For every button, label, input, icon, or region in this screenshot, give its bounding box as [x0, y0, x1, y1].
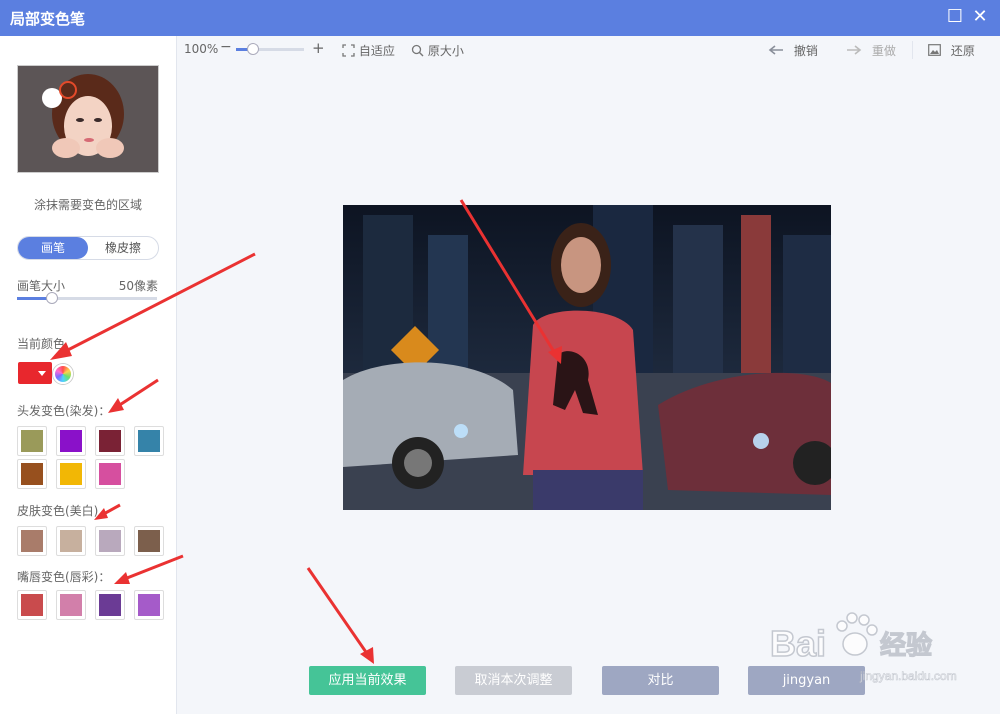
current-color-dropdown[interactable] [18, 362, 52, 384]
color-swatch-fill [60, 594, 82, 616]
compare-button[interactable]: 对比 [602, 666, 719, 695]
magnifier-icon [411, 44, 424, 57]
zoom-in-button[interactable]: + [312, 39, 325, 57]
lip-color-label: 嘴唇变色(唇彩)： [17, 570, 111, 584]
brush-size-slider-handle[interactable] [46, 292, 58, 304]
color-swatch-fill [138, 530, 160, 552]
cancel-adjustment-button[interactable]: 取消本次调整 [455, 666, 572, 695]
close-button[interactable]: ✕ [969, 6, 991, 28]
redo-arrow-icon [847, 45, 862, 55]
color-wheel-icon[interactable] [53, 364, 73, 384]
watermark-url: jingyan.baidu.com [859, 669, 957, 683]
eraser-tool-button[interactable]: 橡皮擦 [88, 237, 158, 259]
color-swatch-fill [21, 463, 43, 485]
editing-canvas[interactable] [343, 205, 831, 510]
maximize-button[interactable]: ☐ [944, 6, 966, 28]
apply-effect-button[interactable]: 应用当前效果 [309, 666, 426, 695]
brush-size-value: 50像素 [118, 279, 158, 293]
original-size-button[interactable]: 原大小 [411, 42, 464, 59]
color-swatch[interactable] [95, 590, 125, 620]
thumbnail-preview [17, 65, 159, 173]
redo-label: 重做 [871, 44, 896, 58]
color-swatch-fill [99, 530, 121, 552]
color-swatch[interactable] [56, 590, 86, 620]
watermark-brand-cn: 经验 [880, 630, 932, 661]
color-swatch[interactable] [17, 459, 47, 489]
color-swatch-fill [99, 463, 121, 485]
zoom-slider-handle[interactable] [247, 43, 259, 55]
zoom-percent: 100% [184, 42, 219, 56]
color-swatch-fill [21, 430, 43, 452]
redo-button[interactable]: 重做 [846, 42, 896, 59]
image-icon [928, 44, 941, 56]
color-swatch[interactable] [95, 426, 125, 456]
sidebar: 涂抹需要变色的区域 画笔 橡皮擦 画笔大小 50像素 当前颜色 头发变色(染发)… [0, 36, 177, 714]
zoom-out-button[interactable]: − [220, 39, 232, 55]
restore-button[interactable]: 还原 [928, 42, 975, 59]
color-swatch[interactable] [56, 426, 86, 456]
color-swatch[interactable] [56, 526, 86, 556]
color-swatch-fill [138, 594, 160, 616]
color-swatch-fill [60, 463, 82, 485]
fit-icon [342, 44, 355, 57]
undo-arrow-icon [768, 45, 783, 55]
toolbar-divider [912, 41, 913, 59]
original-size-label: 原大小 [427, 44, 464, 58]
color-swatch[interactable] [56, 459, 86, 489]
color-swatch[interactable] [95, 459, 125, 489]
color-swatch[interactable] [134, 590, 164, 620]
color-swatch[interactable] [17, 526, 47, 556]
brush-size-slider[interactable] [17, 292, 157, 304]
dropdown-caret-icon [38, 371, 46, 376]
tool-toggle: 画笔 橡皮擦 [17, 236, 159, 260]
undo-button[interactable]: 撤销 [768, 42, 818, 59]
color-swatch-fill [21, 594, 43, 616]
color-swatch-fill [21, 530, 43, 552]
window-title: 局部变色笔 [10, 10, 86, 28]
color-swatch-fill [60, 530, 82, 552]
brush-tool-button[interactable]: 画笔 [18, 237, 88, 259]
toolbar: 100% − + 自适应 原大小 撤销 重做 还原 [176, 36, 1000, 64]
color-swatch-fill [138, 430, 160, 452]
color-swatch-fill [99, 430, 121, 452]
instruction-text: 涂抹需要变色的区域 [33, 198, 142, 212]
color-swatch-fill [60, 430, 82, 452]
hair-color-label: 头发变色(染发)： [17, 404, 111, 418]
color-swatch[interactable] [17, 590, 47, 620]
fit-label: 自适应 [358, 44, 395, 58]
color-swatch[interactable] [17, 426, 47, 456]
skin-color-label: 皮肤变色(美白) [17, 504, 99, 518]
brush-size-label: 画笔大小 [17, 279, 66, 293]
restore-label: 还原 [950, 44, 975, 58]
baidu-watermark: Bai 经验 jingyan.baidu.com [760, 606, 1000, 686]
undo-label: 撤销 [793, 44, 818, 58]
color-swatch-fill [99, 594, 121, 616]
color-swatch[interactable] [134, 526, 164, 556]
color-swatch[interactable] [95, 526, 125, 556]
zoom-slider[interactable] [236, 43, 304, 55]
watermark-brand: Bai [770, 623, 826, 664]
fit-button[interactable]: 自适应 [342, 42, 395, 59]
color-swatch[interactable] [134, 426, 164, 456]
title-bar: 局部变色笔 ☐ ✕ [0, 0, 1000, 36]
current-color-label: 当前颜色 [17, 337, 66, 351]
